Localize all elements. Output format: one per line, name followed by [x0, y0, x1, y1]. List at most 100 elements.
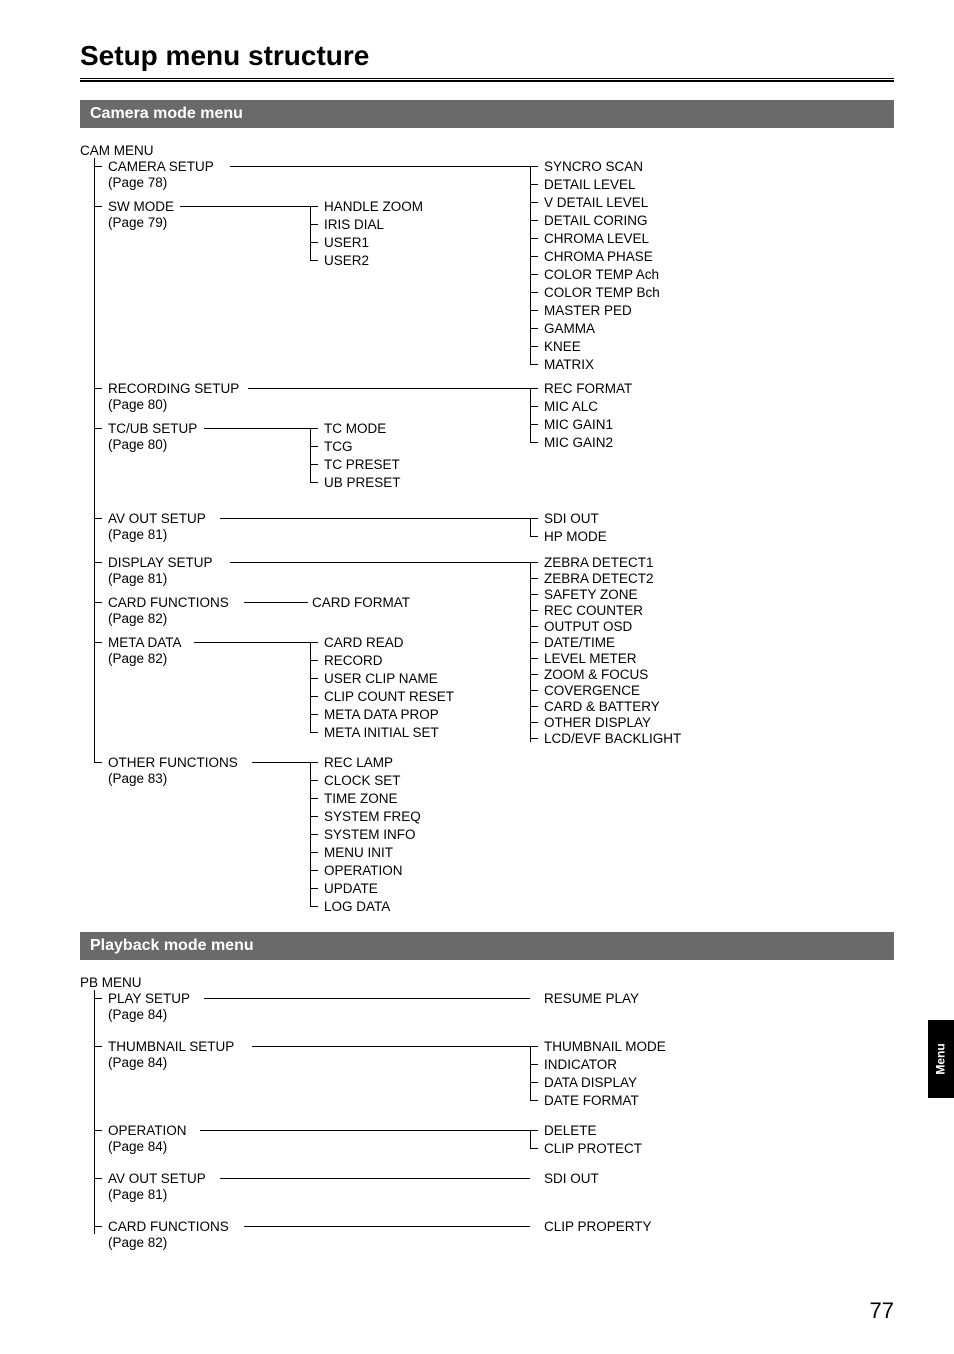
tree-tick	[530, 1100, 538, 1101]
submenu-item: DETAIL LEVEL	[544, 176, 636, 194]
tree-tick	[530, 562, 538, 563]
side-tab-label: Menu	[934, 1043, 948, 1074]
menu-item-page: (Page 82)	[108, 650, 167, 668]
tree-vline	[94, 158, 95, 762]
menu-item-page: (Page 81)	[108, 526, 167, 544]
tree-tick	[310, 906, 318, 907]
menu-item-page: (Page 78)	[108, 174, 167, 192]
tree-tick	[530, 722, 538, 723]
tree-hline	[220, 1178, 530, 1179]
tree-vline	[530, 1130, 531, 1148]
submenu-item: COLOR TEMP Ach	[544, 266, 659, 284]
tree-tick	[94, 1130, 102, 1131]
menu-item-page: (Page 84)	[108, 1006, 167, 1024]
tree-tick	[310, 660, 318, 661]
tree-tick	[94, 1226, 102, 1227]
tree-tick	[310, 870, 318, 871]
submenu-item: SYSTEM FREQ	[324, 808, 421, 826]
submenu-item: MIC GAIN1	[544, 416, 613, 434]
submenu-item: CLIP PROPERTY	[544, 1218, 652, 1236]
tree-tick	[94, 206, 102, 207]
submenu-item: OPERATION	[324, 862, 403, 880]
submenu-item: USER1	[324, 234, 369, 252]
tree-tick	[530, 346, 538, 347]
tree-tick	[530, 706, 538, 707]
submenu-item: MATRIX	[544, 356, 594, 374]
menu-item-page: (Page 84)	[108, 1054, 167, 1072]
tree-tick	[310, 428, 318, 429]
tree-vline	[310, 428, 311, 482]
tree-tick	[530, 610, 538, 611]
tree-vline	[530, 388, 531, 442]
submenu-item: MIC GAIN2	[544, 434, 613, 452]
tree-tick	[530, 1082, 538, 1083]
tree-tick	[310, 678, 318, 679]
submenu-item: TC MODE	[324, 420, 386, 438]
submenu-item: IRIS DIAL	[324, 216, 384, 234]
playback-section-header: Playback mode menu	[80, 932, 894, 960]
submenu-item: USER2	[324, 252, 369, 270]
tree-tick	[310, 464, 318, 465]
tree-tick	[310, 816, 318, 817]
tree-tick	[310, 260, 318, 261]
side-tab-menu: Menu	[928, 1020, 954, 1098]
tree-tick	[310, 224, 318, 225]
tree-tick	[530, 424, 538, 425]
tree-hline	[204, 428, 310, 429]
tree-hline	[220, 518, 530, 519]
page-title: Setup menu structure	[80, 40, 894, 72]
tree-tick	[94, 428, 102, 429]
tree-tick	[530, 328, 538, 329]
tree-tick	[530, 1064, 538, 1065]
tree-hline	[252, 762, 310, 763]
tree-vline	[530, 1046, 531, 1100]
submenu-item: SYSTEM INFO	[324, 826, 416, 844]
tree-tick	[530, 674, 538, 675]
tree-tick	[530, 536, 538, 537]
tree-tick	[94, 602, 102, 603]
tree-tick	[310, 642, 318, 643]
submenu-item: LOG DATA	[324, 898, 390, 916]
tree-tick	[530, 442, 538, 443]
tree-tick	[94, 998, 102, 999]
submenu-item: LCD/EVF BACKLIGHT	[544, 730, 681, 748]
submenu-item: CHROMA LEVEL	[544, 230, 649, 248]
tree-hline	[244, 602, 308, 603]
tree-vline	[530, 166, 531, 364]
tree-vline	[530, 562, 531, 742]
tree-tick	[310, 446, 318, 447]
tree-tick	[530, 594, 538, 595]
menu-item-page: (Page 79)	[108, 214, 167, 232]
menu-item-page: (Page 84)	[108, 1138, 167, 1156]
tree-tick	[530, 642, 538, 643]
tree-tick	[310, 762, 318, 763]
submenu-item: REC FORMAT	[544, 380, 632, 398]
tree-tick	[310, 732, 318, 733]
tree-tick	[530, 1130, 538, 1131]
submenu-item: USER CLIP NAME	[324, 670, 438, 688]
tree-hline	[244, 1226, 530, 1227]
tree-tick	[310, 888, 318, 889]
tree-tick	[530, 184, 538, 185]
submenu-item: DATE FORMAT	[544, 1092, 639, 1110]
title-underline	[80, 78, 894, 82]
menu-item-page: (Page 80)	[108, 436, 167, 454]
tree-tick	[530, 256, 538, 257]
submenu-item: TIME ZONE	[324, 790, 398, 808]
submenu-item: CARD READ	[324, 634, 404, 652]
tree-tick	[310, 242, 318, 243]
submenu-item: THUMBNAIL MODE	[544, 1038, 666, 1056]
tree-tick	[530, 1046, 538, 1047]
submenu-item: RESUME PLAY	[544, 990, 639, 1008]
submenu-item: MENU INIT	[324, 844, 393, 862]
tree-tick	[530, 220, 538, 221]
submenu-item: INDICATOR	[544, 1056, 617, 1074]
submenu-item: CLOCK SET	[324, 772, 401, 790]
menu-item-page: (Page 80)	[108, 396, 167, 414]
submenu-item: RECORD	[324, 652, 383, 670]
tree-hline	[230, 562, 530, 563]
submenu-item: COLOR TEMP Bch	[544, 284, 660, 302]
submenu-item: GAMMA	[544, 320, 595, 338]
tree-tick	[530, 1148, 538, 1149]
submenu-item: KNEE	[544, 338, 581, 356]
